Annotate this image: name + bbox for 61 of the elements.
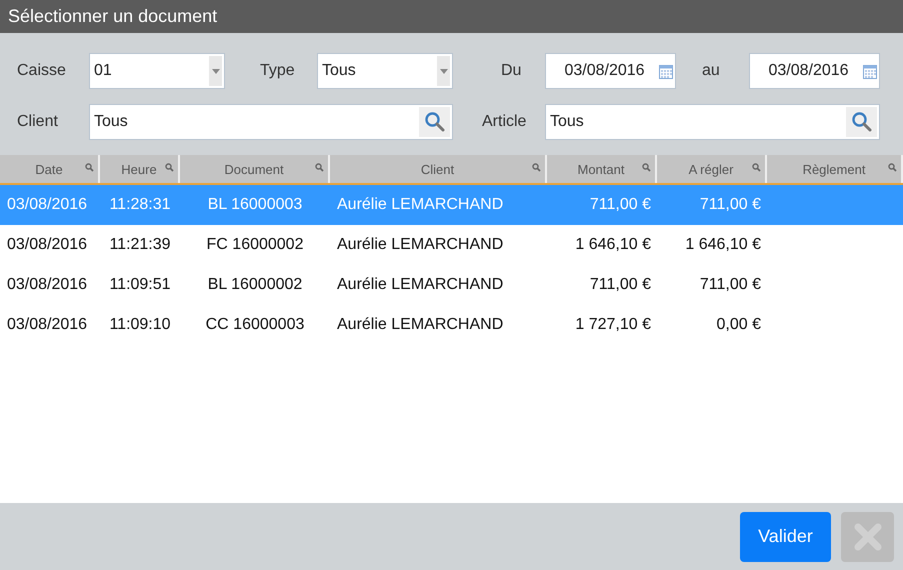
table-cell-text: CC 16000003 (204, 316, 306, 334)
table-cell-text: 11:09:10 (108, 316, 172, 334)
table-cell-text: 03/08/2016 (6, 236, 88, 254)
search-icon[interactable] (165, 163, 174, 172)
table-cell-text: Aurélie LEMARCHAND (336, 196, 504, 214)
table-cell-text: 1 646,10 € (684, 236, 762, 254)
table-cell-text: 0,00 € (716, 316, 762, 334)
table-cell-text: 03/08/2016 (6, 276, 88, 294)
search-icon[interactable] (85, 163, 94, 172)
caret-icon (437, 56, 450, 86)
search-icon[interactable] (752, 163, 761, 172)
table-cell-text: 711,00 € (588, 196, 652, 214)
table-cell-text: FC 16000002 (206, 236, 304, 254)
table-cell-text: 03/08/2016 (6, 196, 88, 214)
search-icon[interactable] (888, 163, 897, 172)
field-label: au (701, 62, 721, 80)
column-header[interactable]: Client (330, 155, 547, 183)
column-header[interactable]: Montant (547, 155, 657, 183)
caisse-dropdown[interactable]: 01 (89, 53, 225, 89)
column-header[interactable]: Règlement (767, 155, 903, 183)
table-cell-text: 711,00 € (698, 196, 762, 214)
calendar-icon (659, 64, 673, 78)
field-label: Du (500, 62, 522, 80)
table-cell-text: 1 646,10 € (574, 236, 652, 254)
type-dropdown[interactable]: Tous (317, 53, 453, 89)
client-search-field[interactable]: Tous (89, 104, 453, 140)
table-row[interactable]: 03/08/2016 11:09:10 CC 16000003 Aurélie LEMARCHAND 1 727,10 € 0,00 € (0, 305, 903, 345)
table-cell-text: Aurélie LEMARCHAND (336, 316, 504, 334)
column-header[interactable]: A régler (657, 155, 767, 183)
table-cell-text: BL 16000002 (206, 276, 304, 294)
table-cell-text: Aurélie LEMARCHAND (336, 276, 504, 294)
table-cell-text: Aurélie LEMARCHAND (336, 236, 504, 254)
window-title: Sélectionner un document (0, 0, 903, 33)
table-row[interactable]: 03/08/2016 11:21:39 FC 16000002 Aurélie LEMARCHAND 1 646,10 € 1 646,10 € (0, 225, 903, 265)
article-search-field[interactable]: Tous (545, 104, 880, 140)
date-field[interactable]: 03/08/2016 (545, 53, 676, 89)
column-header[interactable]: Date (0, 155, 100, 183)
table-cell-text: 711,00 € (588, 276, 652, 294)
table-cell-text: 03/08/2016 (6, 316, 88, 334)
table-row[interactable]: 03/08/2016 11:09:51 BL 16000002 Aurélie LEMARCHAND 711,00 € 711,00 € (0, 265, 903, 305)
search-icon[interactable] (315, 163, 324, 172)
search-icon[interactable] (532, 163, 541, 172)
validate-button[interactable]: Valider (740, 512, 831, 562)
table-cell-text: BL 16000003 (206, 196, 304, 214)
search-icon[interactable] (642, 163, 651, 172)
field-label: Caisse (16, 62, 67, 80)
search-icon[interactable] (846, 107, 877, 137)
calendar-icon (863, 64, 877, 78)
date-field[interactable]: 03/08/2016 (749, 53, 880, 89)
field-label: Client (16, 113, 59, 131)
field-label: Article (481, 113, 528, 131)
column-header[interactable]: Document (180, 155, 330, 183)
search-icon[interactable] (419, 107, 450, 137)
field-label: Type (259, 62, 296, 80)
column-header[interactable]: Heure (100, 155, 180, 183)
table-cell-text: 711,00 € (698, 276, 762, 294)
table-cell-text: 11:21:39 (108, 236, 172, 254)
table-cell-text: 1 727,10 € (574, 316, 652, 334)
table-cell-text: 11:09:51 (108, 276, 172, 294)
caret-icon (209, 56, 222, 86)
table-cell-text: 11:28:31 (108, 196, 172, 214)
